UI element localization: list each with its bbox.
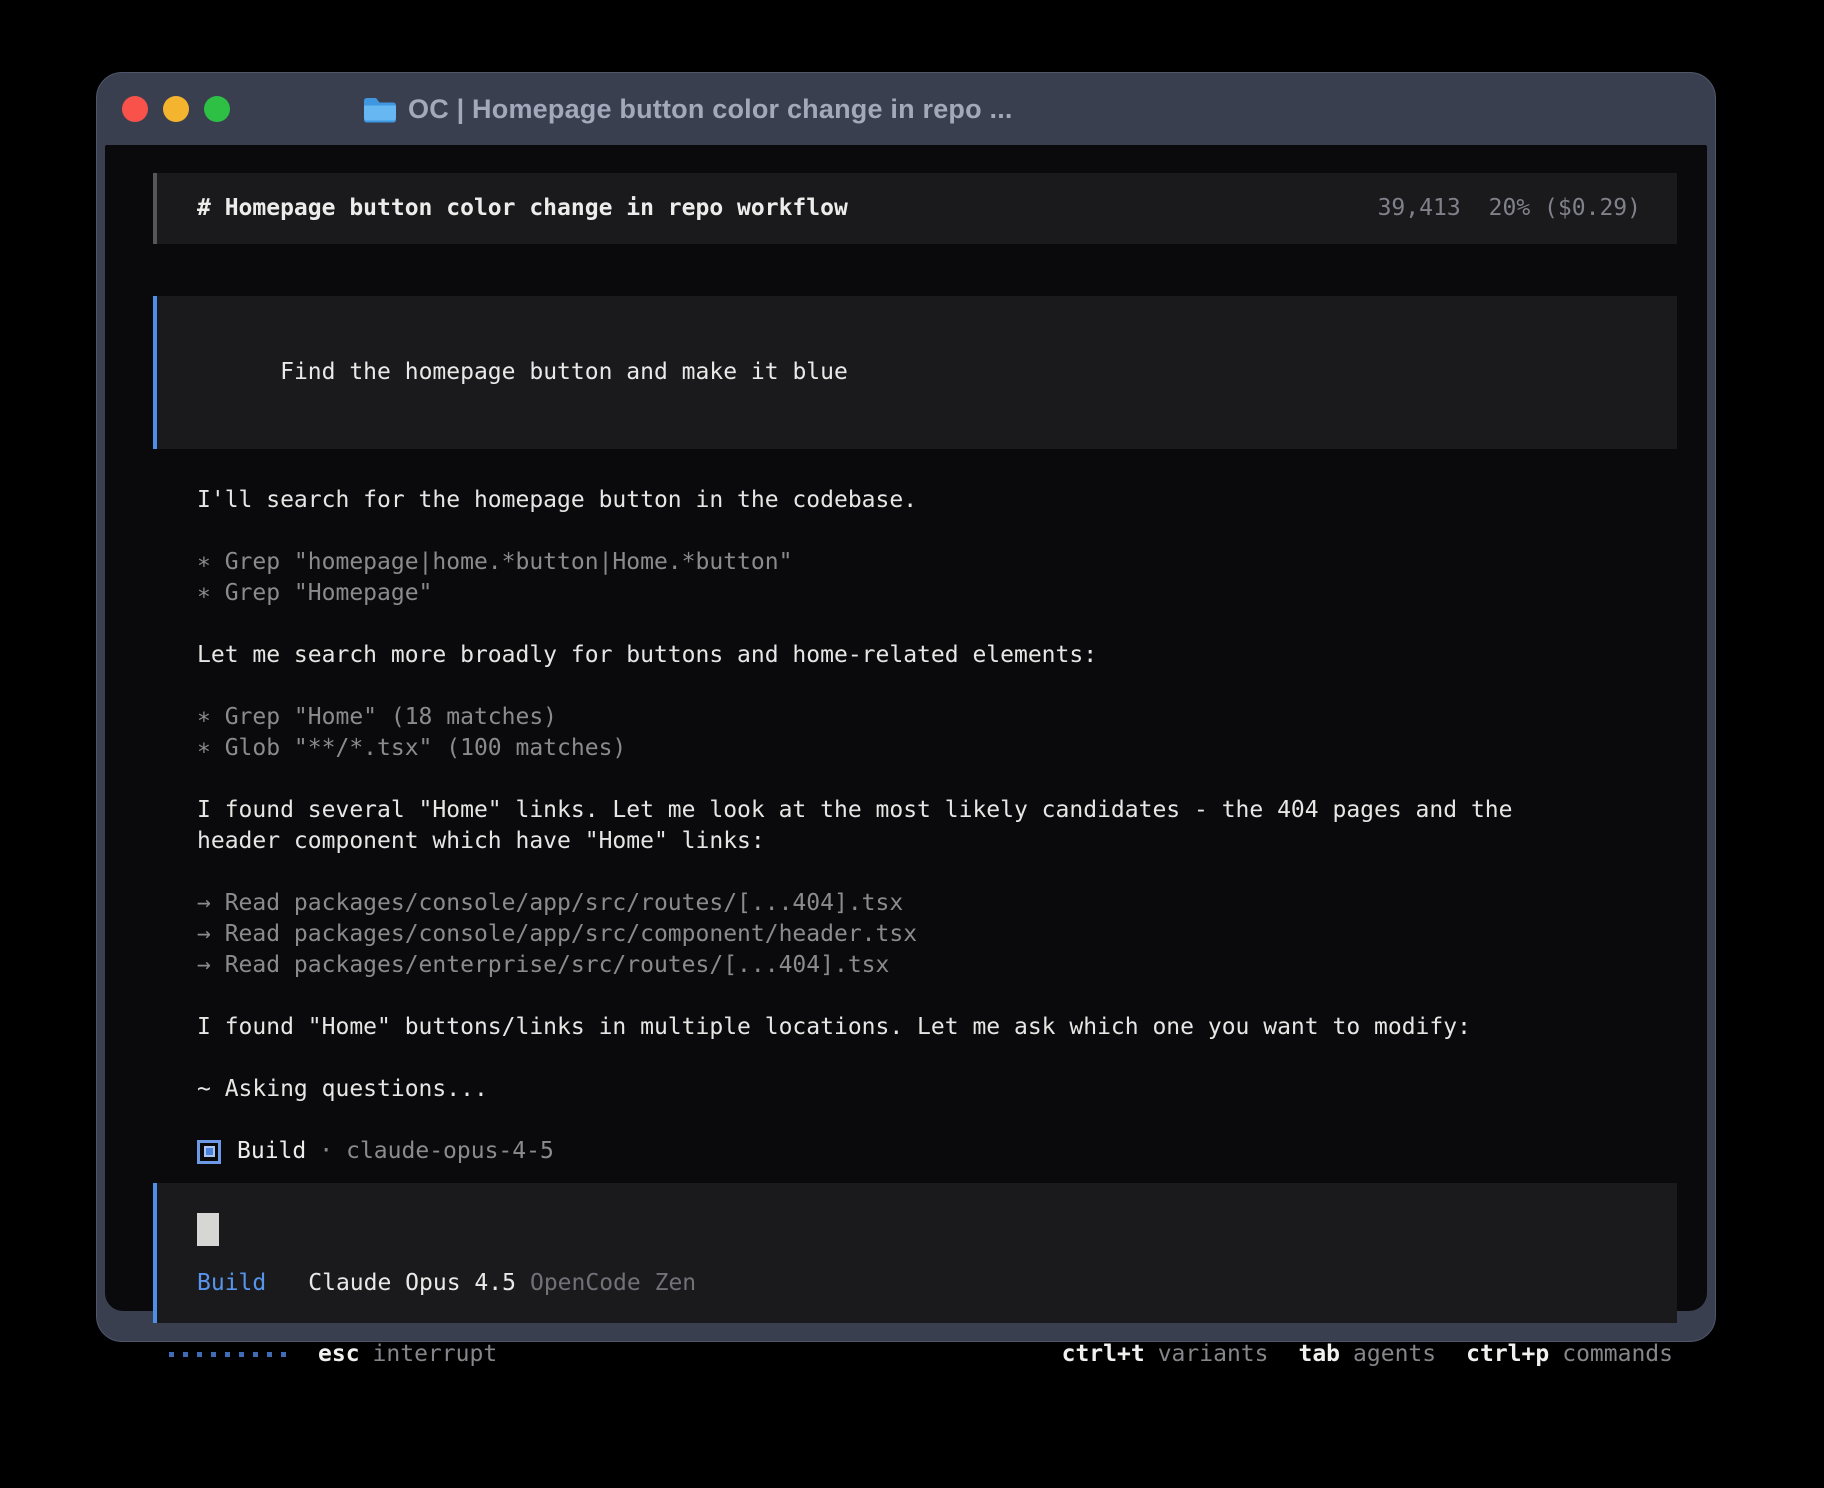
shortcut-key: ctrl+t	[1062, 1339, 1145, 1370]
read-file-line: → Read packages/console/app/src/routes/[…	[197, 888, 1677, 919]
tool-call-line: ∗ Glob "**/*.tsx" (100 matches)	[197, 733, 1677, 764]
assistant-message: I found "Home" buttons/links in multiple…	[197, 1012, 1677, 1043]
agent-name: Build	[237, 1136, 306, 1167]
shortcut-variants: ctrl+t variants	[1062, 1339, 1269, 1370]
shortcut-agents: tab agents	[1298, 1339, 1436, 1370]
terminal-window: OC | Homepage button color change in rep…	[96, 72, 1716, 1342]
assistant-message: I'll search for the homepage button in t…	[197, 485, 1677, 516]
user-message-text: Find the homepage button and make it blu…	[280, 359, 848, 385]
tool-call-group: ∗ Grep "homepage|home.*button|Home.*butt…	[197, 547, 1677, 609]
spinner-dots-icon	[169, 1352, 286, 1357]
assistant-line: Let me search more broadly for buttons a…	[197, 640, 1677, 671]
separator-dot: ·	[319, 1136, 333, 1167]
assistant-message: Let me search more broadly for buttons a…	[197, 640, 1677, 671]
session-title: # Homepage button color change in repo w…	[197, 193, 848, 224]
tool-call-group: ∗ Grep "Home" (18 matches) ∗ Glob "**/*.…	[197, 702, 1677, 764]
agent-build-icon	[197, 1140, 221, 1164]
traffic-lights	[122, 96, 230, 122]
minimize-button[interactable]	[163, 96, 189, 122]
token-count: 39,413	[1378, 195, 1461, 221]
prompt-input[interactable]: Build Claude Opus 4.5 OpenCode Zen	[153, 1183, 1677, 1323]
zoom-button[interactable]	[204, 96, 230, 122]
status-bar: esc interrupt ctrl+t variants tab agents…	[153, 1339, 1677, 1370]
tool-call-line: ∗ Grep "Homepage"	[197, 578, 1677, 609]
input-meta: Build Claude Opus 4.5 OpenCode Zen	[197, 1268, 1641, 1299]
assistant-line: I found several "Home" links. Let me loo…	[197, 795, 1677, 826]
text-cursor	[197, 1213, 219, 1246]
input-agent-label[interactable]: Build	[197, 1268, 266, 1299]
folder-icon	[362, 96, 396, 123]
assistant-status: ~ Asking questions...	[197, 1074, 1677, 1105]
conversation: I'll search for the homepage button in t…	[153, 485, 1677, 1167]
shortcut-label: agents	[1353, 1339, 1436, 1370]
read-file-line: → Read packages/console/app/src/componen…	[197, 919, 1677, 950]
assistant-line: I found "Home" buttons/links in multiple…	[197, 1012, 1677, 1043]
input-model-label[interactable]: Claude Opus 4.5	[308, 1268, 516, 1299]
shortcut-key: tab	[1298, 1339, 1340, 1370]
read-file-group: → Read packages/console/app/src/routes/[…	[197, 888, 1677, 981]
close-button[interactable]	[122, 96, 148, 122]
tool-call-line: ∗ Grep "homepage|home.*button|Home.*butt…	[197, 547, 1677, 578]
read-file-line: → Read packages/enterprise/src/routes/[.…	[197, 950, 1677, 981]
shortcut-label: commands	[1562, 1339, 1673, 1370]
shortcut-label: variants	[1158, 1339, 1269, 1370]
agent-status-row: Build · claude-opus-4-5	[197, 1136, 1677, 1167]
interrupt-label: interrupt	[373, 1339, 498, 1370]
input-provider-label: OpenCode Zen	[530, 1268, 696, 1299]
assistant-line: I'll search for the homepage button in t…	[197, 485, 1677, 516]
user-message: Find the homepage button and make it blu…	[153, 296, 1677, 449]
context-usage: 20% ($0.29)	[1489, 195, 1641, 221]
agent-model: claude-opus-4-5	[346, 1136, 554, 1167]
session-stats: 39,413 20% ($0.29)	[1378, 193, 1641, 224]
window-title: OC | Homepage button color change in rep…	[408, 94, 1013, 125]
interrupt-hint: esc interrupt	[318, 1339, 497, 1370]
tool-call-line: ∗ Grep "Home" (18 matches)	[197, 702, 1677, 733]
shortcut-commands: ctrl+p commands	[1466, 1339, 1673, 1370]
shortcut-key: ctrl+p	[1466, 1339, 1549, 1370]
window-titlebar[interactable]: OC | Homepage button color change in rep…	[97, 73, 1715, 145]
terminal-content: # Homepage button color change in repo w…	[105, 145, 1707, 1311]
asking-questions-line: ~ Asking questions...	[197, 1074, 1677, 1105]
session-header: # Homepage button color change in repo w…	[153, 173, 1677, 244]
esc-key-label: esc	[318, 1339, 360, 1370]
assistant-line: header component which have "Home" links…	[197, 826, 1677, 857]
assistant-message: I found several "Home" links. Let me loo…	[197, 795, 1677, 857]
